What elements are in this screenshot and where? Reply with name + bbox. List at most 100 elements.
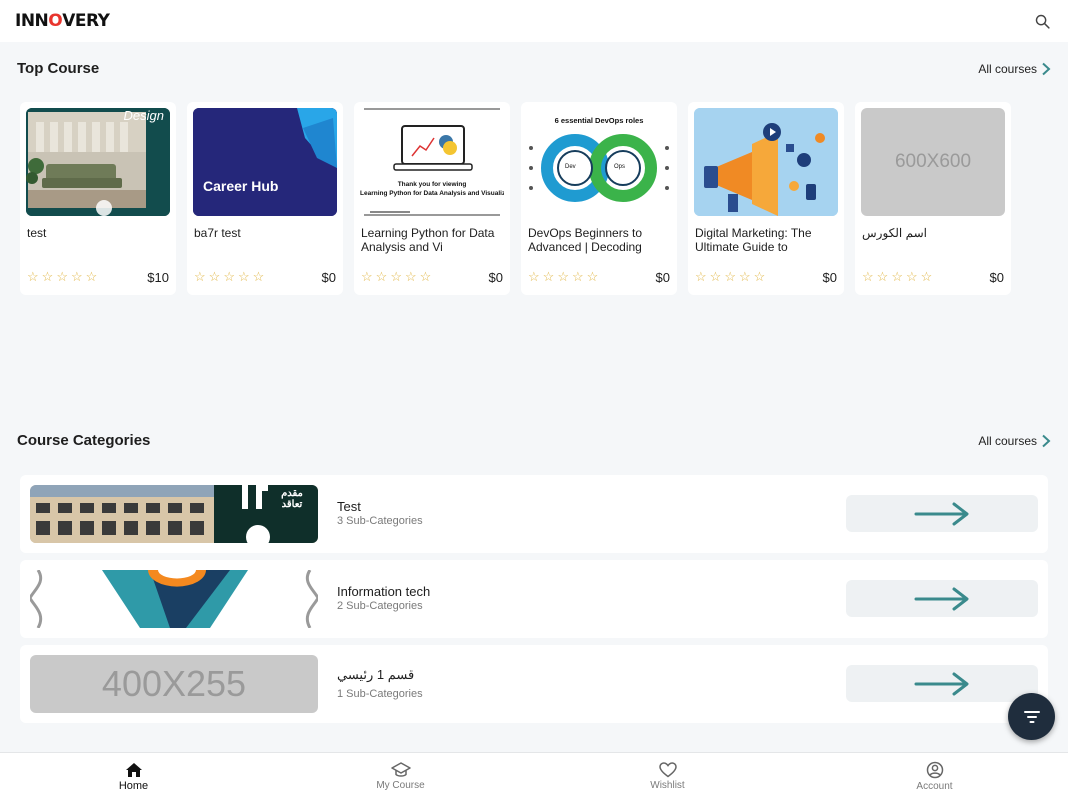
app-logo[interactable]: INN O VERY — [15, 11, 110, 31]
nav-label: My Course — [376, 780, 425, 791]
thumbnail-caption: Learning Python for Data Analysis and Vi… — [360, 190, 504, 197]
nav-label: Wishlist — [650, 780, 685, 791]
logo-text-part: VERY — [62, 11, 110, 31]
category-subcount: 2 Sub-Categories — [337, 600, 423, 612]
chevron-right-icon — [1042, 62, 1051, 75]
course-thumbnail: Thank you for viewing Learning Python fo… — [360, 108, 504, 216]
logo-text-part: INN — [15, 11, 49, 31]
bottom-navigation: Home My Course Wishlist Account — [0, 752, 1068, 800]
course-price: $0 — [321, 270, 336, 285]
star-icon: ☆ — [695, 269, 707, 284]
category-subcount: 3 Sub-Categories — [337, 515, 423, 527]
course-list: Design test ☆ ☆ ☆ ☆ ☆ $10 Career Hub ba7r te… — [20, 102, 1011, 295]
nav-my-course[interactable]: My Course — [267, 753, 534, 800]
thumbnail-caption: Design — [123, 108, 164, 123]
course-title: اسم الكورس — [862, 226, 927, 240]
category-subcount: 1 Sub-Categories — [337, 688, 423, 700]
search-button[interactable] — [1030, 9, 1054, 33]
star-icon: ☆ — [528, 269, 540, 284]
course-price: $10 — [147, 270, 169, 285]
course-card[interactable]: Digital Marketing: The Ultimate Guide to… — [688, 102, 844, 295]
category-name: Test — [337, 499, 361, 514]
category-row[interactable]: Information tech 2 Sub-Categories — [20, 560, 1048, 638]
rating-stars: ☆ ☆ ☆ ☆ ☆ — [194, 270, 264, 283]
course-thumbnail: 6 essential DevOps roles Dev Ops — [527, 108, 671, 216]
star-icon: ☆ — [85, 269, 98, 284]
open-category-button[interactable] — [846, 580, 1038, 617]
star-icon: ☆ — [390, 269, 402, 284]
star-icon: ☆ — [27, 269, 39, 284]
star-icon: ☆ — [542, 269, 555, 284]
rating-stars: ☆ ☆ ☆ ☆ ☆ — [27, 270, 97, 283]
placeholder-text: 400X255 — [101, 663, 247, 704]
nav-home[interactable]: Home — [0, 753, 267, 800]
course-card[interactable]: 600X600 اسم الكورس ☆ ☆ ☆ ☆ ☆ $0 — [855, 102, 1011, 295]
all-courses-label: All courses — [978, 61, 1037, 76]
star-icon: ☆ — [557, 269, 569, 284]
course-thumbnail — [694, 108, 838, 216]
nav-account[interactable]: Account — [801, 753, 1068, 800]
star-icon: ☆ — [194, 269, 206, 284]
course-title: ba7r test — [194, 226, 241, 240]
category-thumbnail — [30, 570, 318, 628]
course-thumbnail: 600X600 — [861, 108, 1005, 216]
rating-stars: ☆ ☆ ☆ ☆ ☆ — [695, 270, 765, 283]
star-icon: ☆ — [891, 269, 903, 284]
star-icon: ☆ — [404, 269, 417, 284]
star-icon: ☆ — [709, 269, 722, 284]
all-categories-link[interactable]: All courses — [978, 434, 1051, 448]
home-icon — [125, 762, 142, 777]
nav-wishlist[interactable]: Wishlist — [534, 753, 801, 800]
section-title: Course Categories — [17, 432, 151, 449]
all-courses-link[interactable]: All courses — [978, 62, 1051, 76]
arrow-right-icon — [914, 502, 969, 525]
all-courses-label: All courses — [978, 433, 1037, 448]
open-category-button[interactable] — [846, 665, 1038, 702]
category-thumbnail: 400X255 — [30, 655, 318, 713]
logo-text-part: O — [48, 11, 63, 31]
category-row[interactable]: 400X255 قسم 1 رئيسي 1 Sub-Categories — [20, 645, 1048, 723]
ops-label: Ops — [614, 164, 626, 170]
top-course-header: Top Course All courses — [17, 60, 1051, 77]
star-icon: ☆ — [56, 269, 68, 284]
star-icon: ☆ — [586, 269, 599, 284]
star-icon: ☆ — [208, 269, 221, 284]
nav-label: Account — [916, 781, 953, 792]
rating-stars: ☆ ☆ ☆ ☆ ☆ — [361, 270, 431, 283]
heart-icon — [658, 762, 677, 778]
course-title: test — [27, 226, 47, 240]
star-icon: ☆ — [375, 269, 388, 284]
star-icon: ☆ — [905, 269, 918, 284]
rating-stars: ☆ ☆ ☆ ☆ ☆ — [528, 270, 598, 283]
star-icon: ☆ — [571, 269, 584, 284]
category-row[interactable]: مقدم تعاقد Test 3 Sub-Categories — [20, 475, 1048, 553]
course-price: $0 — [989, 270, 1004, 285]
course-card[interactable]: 6 essential DevOps roles Dev Ops DevOps … — [521, 102, 677, 295]
open-category-button[interactable] — [846, 495, 1038, 532]
nav-label: Home — [118, 779, 149, 792]
thumbnail-caption: مقدم تعاقد — [281, 488, 303, 510]
star-icon: ☆ — [753, 269, 766, 284]
course-card[interactable]: Thank you for viewing Learning Python fo… — [354, 102, 510, 295]
filter-button[interactable] — [1008, 693, 1055, 740]
filter-icon — [1023, 710, 1040, 723]
rating-stars: ☆ ☆ ☆ ☆ ☆ — [862, 270, 932, 283]
course-card[interactable]: Design test ☆ ☆ ☆ ☆ ☆ $10 — [20, 102, 176, 295]
thumbnail-caption: Career Hub — [203, 178, 279, 194]
star-icon: ☆ — [41, 269, 54, 284]
graduation-cap-icon — [390, 762, 411, 777]
star-icon: ☆ — [738, 269, 751, 284]
placeholder-text: 600X600 — [894, 151, 972, 172]
app-header: INN O VERY — [0, 0, 1068, 42]
category-name: Information tech — [337, 584, 431, 599]
star-icon: ☆ — [724, 269, 736, 284]
account-icon — [926, 761, 943, 779]
course-thumbnail: Career Hub — [193, 108, 337, 216]
star-icon: ☆ — [419, 269, 432, 284]
arrow-right-icon — [914, 672, 969, 695]
star-icon: ☆ — [252, 269, 265, 284]
category-name: قسم 1 رئيسي — [337, 667, 415, 682]
thumbnail-caption: Thank you for viewing — [397, 181, 467, 188]
course-card[interactable]: Career Hub ba7r test ☆ ☆ ☆ ☆ ☆ $0 — [187, 102, 343, 295]
course-title: DevOps Beginners to Advanced | Decoding — [528, 226, 643, 254]
